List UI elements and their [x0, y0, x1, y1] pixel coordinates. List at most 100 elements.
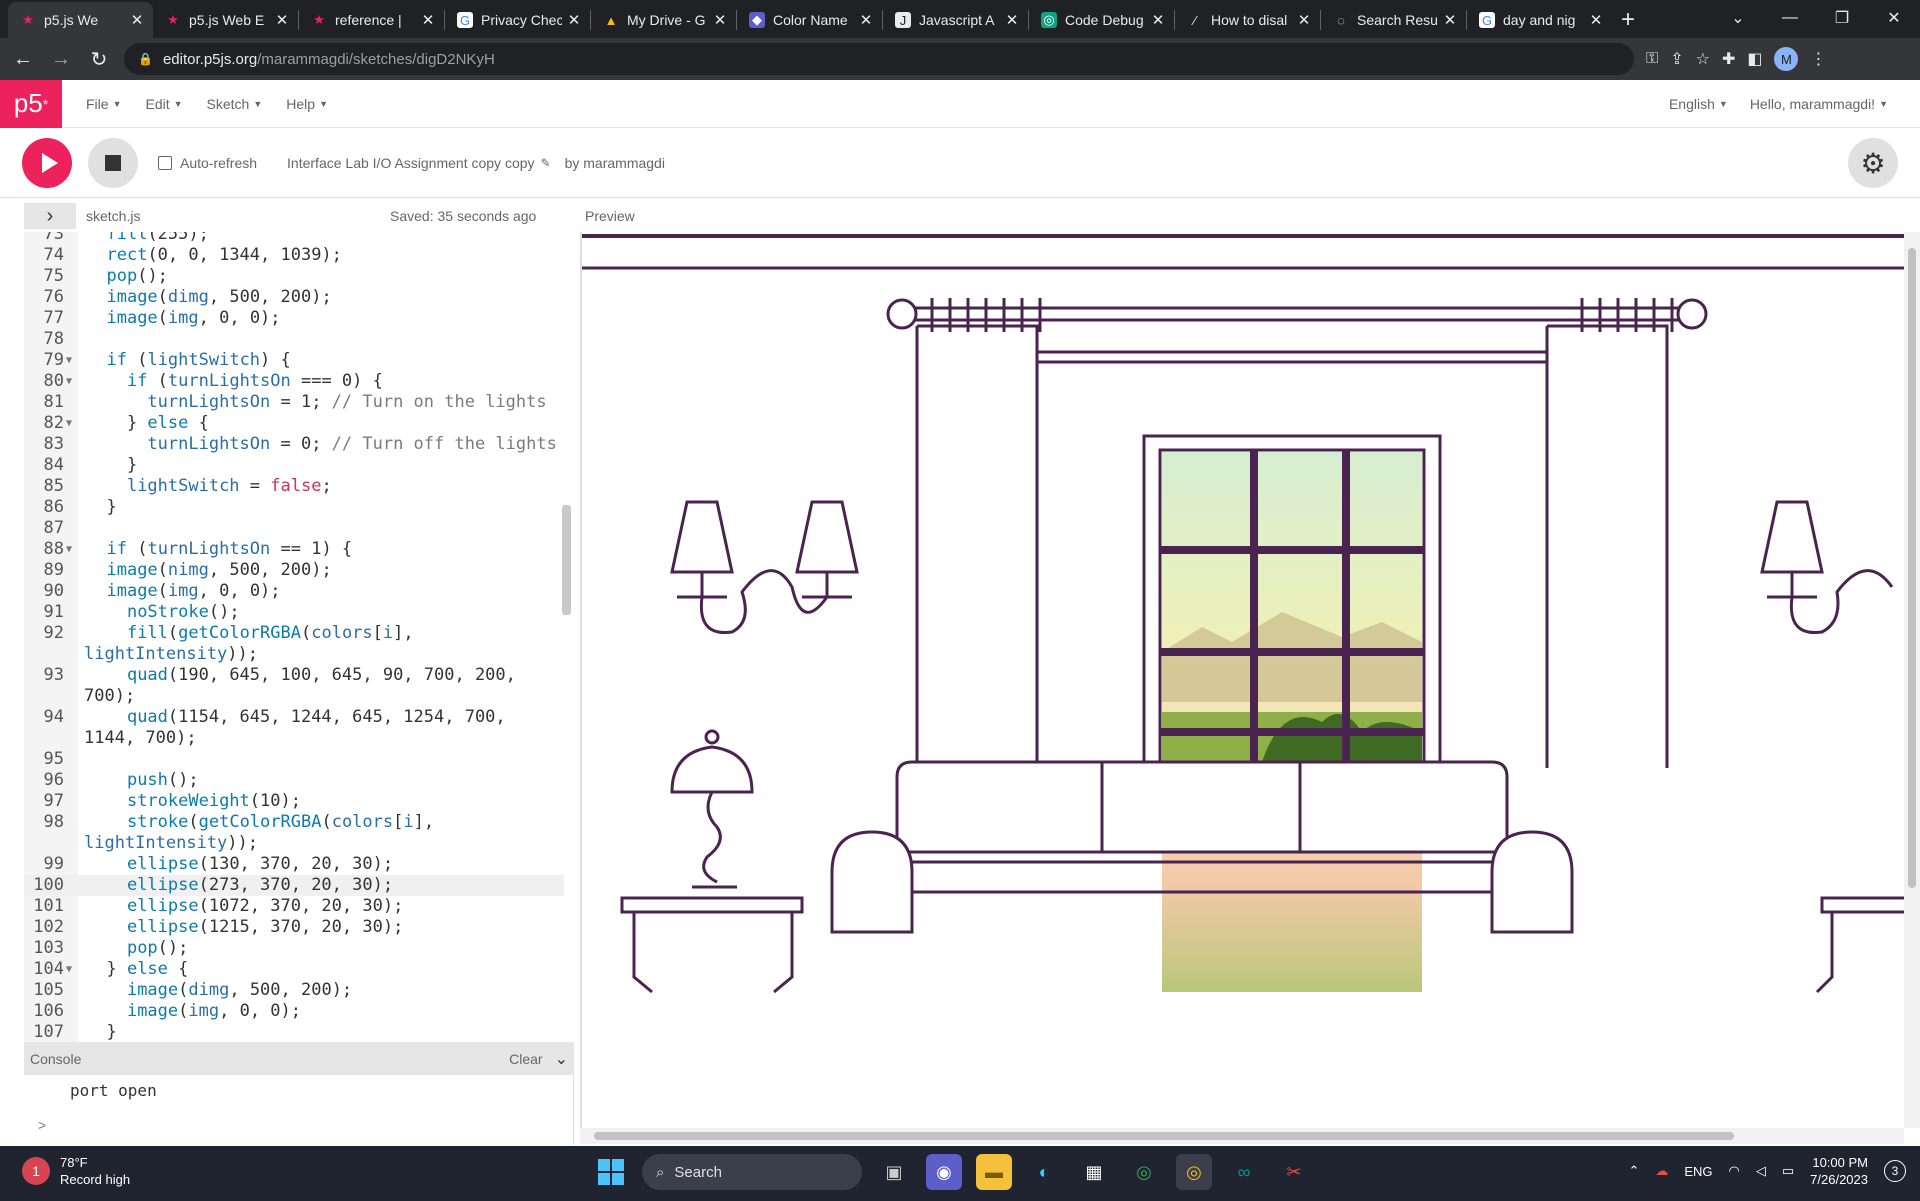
more-icon[interactable]: ⋮	[1810, 49, 1826, 69]
sketch-title[interactable]: Interface Lab I/O Assignment copy copy ✎	[287, 155, 551, 171]
fold-arrow-icon[interactable]: ▼	[66, 539, 72, 560]
close-tab-icon[interactable]: ✕	[1442, 11, 1458, 29]
taskbar-search[interactable]: ⌕ Search	[642, 1154, 862, 1190]
close-tab-icon[interactable]: ✕	[1004, 11, 1020, 29]
browser-tab[interactable]: G Privacy Chec ✕	[445, 2, 590, 38]
console-prompt[interactable]: >	[38, 1117, 46, 1133]
windows-start-icon[interactable]	[594, 1155, 628, 1189]
snipping-tool-icon[interactable]: ✂	[1276, 1154, 1312, 1190]
preview-vertical-scrollbar[interactable]	[1904, 232, 1920, 1128]
play-button[interactable]	[22, 137, 72, 188]
chevron-down-icon[interactable]: ⌄	[555, 1049, 568, 1069]
weather-widget[interactable]: 1 78°F Record high	[22, 1154, 130, 1188]
menu-edit[interactable]: Edit ▼	[145, 96, 182, 112]
side-panel-icon[interactable]: ◧	[1747, 49, 1762, 69]
wifi-icon[interactable]: ◠	[1729, 1163, 1740, 1179]
code-line[interactable]: 74 rect(0, 0, 1344, 1039);	[24, 245, 564, 266]
expand-sidebar-button[interactable]: ›	[24, 203, 76, 229]
code-line[interactable]: 86 }	[24, 497, 564, 518]
close-tab-icon[interactable]: ✕	[420, 11, 436, 29]
menu-file[interactable]: File ▼	[86, 96, 121, 112]
code-line[interactable]: 1144, 700);	[24, 728, 564, 749]
restore-button[interactable]: ❐	[1816, 8, 1868, 28]
preview-hscroll-thumb[interactable]	[594, 1132, 1734, 1140]
code-line[interactable]: 81 turnLightsOn = 1; // Turn on the ligh…	[24, 392, 564, 413]
fold-arrow-icon[interactable]: ▼	[66, 350, 72, 371]
code-line[interactable]: 105 image(dimg, 500, 200);	[24, 980, 564, 1001]
code-line[interactable]: 82 ▼ } else {	[24, 413, 564, 434]
browser-tab[interactable]: Gday and nig ✕	[1467, 2, 1612, 38]
chrome-profile-icon[interactable]: ◎	[1176, 1154, 1212, 1190]
profile-avatar[interactable]: M	[1774, 47, 1799, 71]
code-line[interactable]: 91 noStroke();	[24, 602, 564, 623]
browser-tab[interactable]: ★ reference | ✕	[299, 2, 444, 38]
close-tab-icon[interactable]: ✕	[566, 11, 582, 29]
extensions-icon[interactable]: ✚	[1722, 49, 1735, 69]
code-line[interactable]: 76 image(dimg, 500, 200);	[24, 287, 564, 308]
code-line[interactable]: 97 strokeWeight(10);	[24, 791, 564, 812]
close-tab-icon[interactable]: ✕	[712, 11, 728, 29]
close-tab-icon[interactable]: ✕	[858, 11, 874, 29]
minimize-button[interactable]: —	[1764, 9, 1816, 27]
close-tab-icon[interactable]: ✕	[1588, 11, 1604, 29]
forward-button[interactable]: →	[46, 44, 76, 74]
editor-scrollbar[interactable]	[562, 505, 571, 615]
menu-sketch[interactable]: Sketch ▼	[207, 96, 263, 112]
chevron-up-icon[interactable]: ⌃	[1628, 1163, 1639, 1179]
code-line[interactable]: 96 push();	[24, 770, 564, 791]
preview-horizontal-scrollbar[interactable]	[580, 1128, 1904, 1144]
code-line[interactable]: lightIntensity));	[24, 833, 564, 854]
code-line[interactable]: 103 pop();	[24, 938, 564, 959]
arduino-icon[interactable]: ∞	[1226, 1154, 1262, 1190]
onedrive-icon[interactable]: ☁	[1655, 1163, 1668, 1179]
clock[interactable]: 10:00 PM 7/26/2023	[1810, 1154, 1868, 1188]
user-menu[interactable]: Hello, marammagdi! ▼	[1750, 96, 1888, 112]
stop-button[interactable]	[88, 137, 138, 188]
browser-tab[interactable]: ★ p5.js We ✕	[8, 2, 153, 38]
close-tab-icon[interactable]: ✕	[274, 11, 290, 29]
browser-tab[interactable]: ◆ Color Name ✕	[737, 2, 882, 38]
code-line[interactable]: 92 fill(getColorRGBA(colors[i],	[24, 623, 564, 644]
tab-search-icon[interactable]: ⌄	[1712, 8, 1764, 28]
close-tab-icon[interactable]: ✕	[1296, 11, 1312, 29]
back-button[interactable]: ←	[8, 44, 38, 74]
code-line[interactable]: 101 ellipse(1072, 370, 20, 30);	[24, 896, 564, 917]
edge-icon[interactable]: ◐	[1026, 1154, 1062, 1190]
browser-tab[interactable]: ⁄ How to disal ✕	[1175, 2, 1320, 38]
code-line[interactable]: 77 image(img, 0, 0);	[24, 308, 564, 329]
code-line[interactable]: lightIntensity));	[24, 644, 564, 665]
reload-button[interactable]: ↻	[84, 44, 114, 74]
code-line[interactable]: 106 image(img, 0, 0);	[24, 1001, 564, 1022]
code-line[interactable]: 104 ▼ } else {	[24, 959, 564, 980]
close-tab-icon[interactable]: ✕	[129, 11, 145, 29]
volume-icon[interactable]: ◁	[1756, 1163, 1766, 1179]
autorefresh-checkbox[interactable]	[158, 155, 172, 170]
close-window-button[interactable]: ✕	[1868, 8, 1920, 28]
browser-tab[interactable]: ◎ Code Debug ✕	[1029, 2, 1174, 38]
code-line[interactable]: 100 ellipse(273, 370, 20, 30);	[24, 875, 564, 896]
code-editor[interactable]: 73 fill(255); 74 rect(0, 0, 1344, 1039); 7…	[24, 232, 574, 1042]
console-clear-button[interactable]: Clear	[509, 1051, 542, 1067]
battery-icon[interactable]: ▭	[1782, 1163, 1794, 1179]
preview-vscroll-thumb[interactable]	[1908, 248, 1916, 888]
code-line[interactable]: 78	[24, 329, 564, 350]
url-input[interactable]: 🔒 editor.p5js.org/marammagdi/sketches/di…	[124, 43, 1634, 75]
autorefresh-toggle[interactable]: Auto-refresh	[158, 155, 257, 171]
notification-badge[interactable]: 3	[1884, 1160, 1906, 1182]
task-view-icon[interactable]: ▣	[876, 1154, 912, 1190]
browser-tab[interactable]: ◌ Search Resu ✕	[1321, 2, 1466, 38]
code-line[interactable]: 83 turnLightsOn = 0; // Turn off the lig…	[24, 434, 564, 455]
settings-button[interactable]: ⚙	[1848, 138, 1898, 188]
code-line[interactable]: 102 ellipse(1215, 370, 20, 30);	[24, 917, 564, 938]
code-line[interactable]: 90 image(img, 0, 0);	[24, 581, 564, 602]
p5-logo[interactable]: p5 *	[0, 79, 62, 128]
code-line[interactable]: 89 image(nimg, 500, 200);	[24, 560, 564, 581]
code-line[interactable]: 98 stroke(getColorRGBA(colors[i],	[24, 812, 564, 833]
code-line[interactable]: 700);	[24, 686, 564, 707]
fold-arrow-icon[interactable]: ▼	[66, 371, 72, 392]
code-line[interactable]: 88 ▼ if (turnLightsOn == 1) {	[24, 539, 564, 560]
star-icon[interactable]: ☆	[1696, 49, 1710, 69]
browser-tab[interactable]: J Javascript A ✕	[883, 2, 1028, 38]
code-line[interactable]: 95	[24, 749, 564, 770]
language-select[interactable]: English ▼	[1669, 96, 1728, 112]
